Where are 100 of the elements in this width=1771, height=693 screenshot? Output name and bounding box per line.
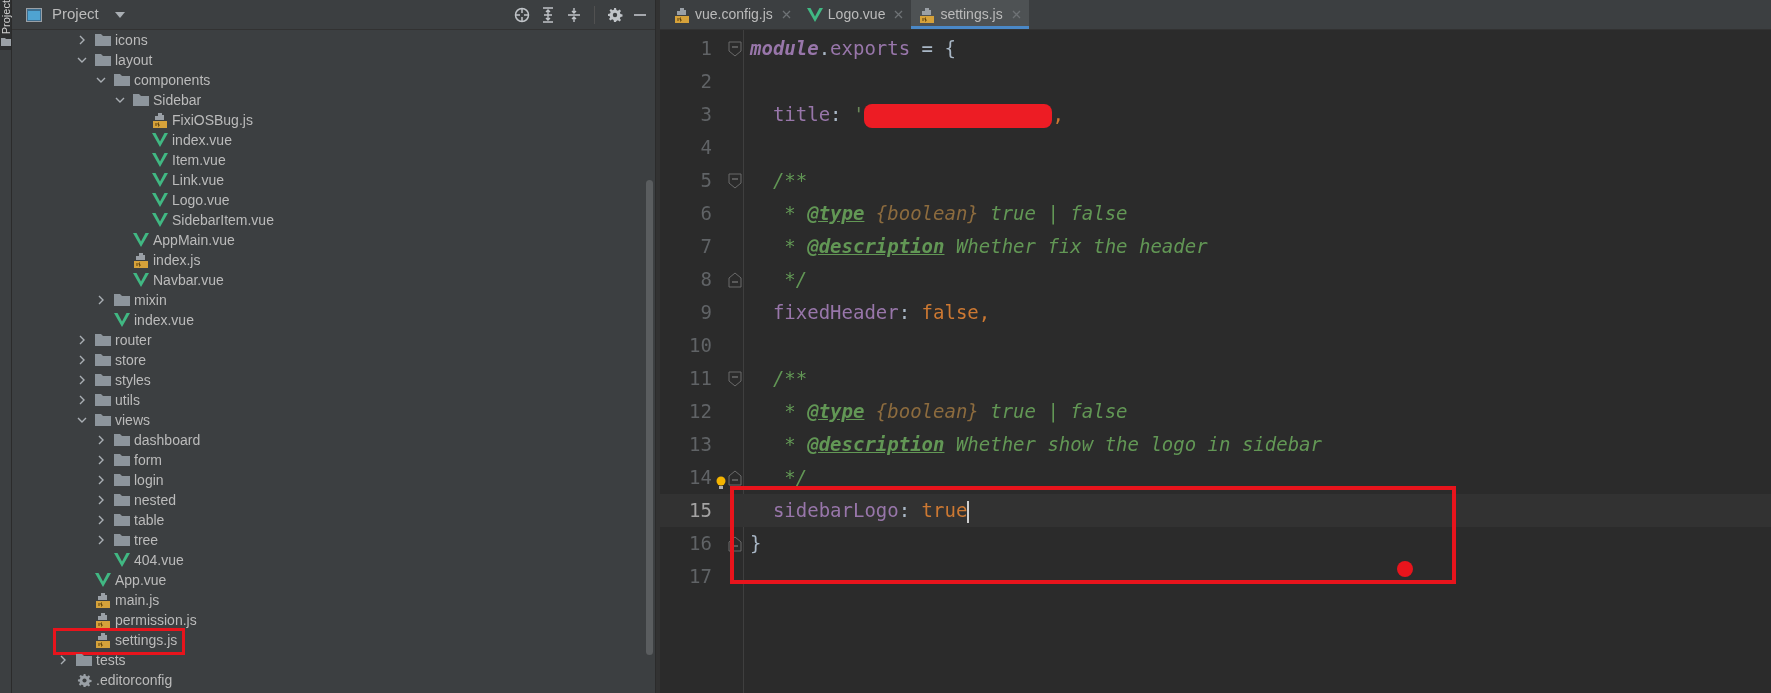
vue-file-icon — [152, 213, 168, 227]
tree-item[interactable]: App.vue — [115, 569, 167, 591]
panel-title[interactable]: Project — [52, 3, 99, 26]
line-number: 14 — [688, 465, 712, 491]
tree-item[interactable]: layout — [115, 49, 153, 71]
folder-icon — [94, 333, 112, 347]
tree-item[interactable]: Link.vue — [172, 169, 225, 191]
lightbulb-icon[interactable] — [716, 475, 726, 490]
code-line: /** — [771, 366, 808, 392]
line-number: 16 — [688, 531, 712, 557]
folder-icon — [94, 413, 112, 427]
folder-icon — [113, 473, 131, 487]
tree-item[interactable]: nested — [134, 489, 177, 511]
tree-item[interactable]: utils — [115, 389, 140, 411]
tree-item[interactable]: mixin — [134, 289, 167, 311]
line-number: 1 — [699, 36, 712, 62]
line-number: 11 — [688, 366, 712, 392]
line-number: 4 — [699, 135, 712, 161]
code-line: sidebarLogo: true — [771, 498, 970, 525]
folder-icon — [113, 513, 131, 527]
vue-file-icon — [806, 7, 823, 22]
line-number: 7 — [699, 234, 712, 260]
tree-item[interactable]: main.js — [115, 589, 160, 611]
expand-all-icon[interactable] — [540, 6, 556, 23]
tree-item[interactable]: store — [115, 349, 147, 371]
tree-item[interactable]: login — [134, 469, 164, 491]
tree-item[interactable]: Item.vue — [172, 149, 226, 171]
tree-item[interactable]: 404.vue — [134, 549, 184, 571]
folder-icon — [113, 453, 131, 467]
tree-item[interactable]: components — [134, 69, 211, 91]
tree-item[interactable]: permission.js — [115, 609, 197, 631]
tree-item[interactable]: form — [134, 449, 162, 471]
tree-item[interactable]: icons — [115, 30, 148, 51]
project-tool-tab[interactable]: Project — [0, 0, 11, 51]
tree-item[interactable]: styles — [115, 369, 151, 391]
tree-item[interactable]: index.js — [153, 249, 201, 271]
collapse-all-icon[interactable] — [566, 6, 582, 23]
folder-icon — [113, 533, 131, 547]
line-number: 9 — [699, 300, 712, 326]
tree-item[interactable]: Logo.vue — [172, 189, 230, 211]
js-file-icon — [919, 6, 936, 23]
editor-tab[interactable]: settings.js — [911, 0, 1029, 29]
tree-item[interactable]: dashboard — [134, 429, 201, 451]
vue-file-icon — [114, 313, 130, 327]
line-number: 5 — [699, 168, 712, 194]
tree-item[interactable]: Sidebar — [153, 89, 202, 111]
vue-file-icon — [152, 193, 168, 207]
tree-item[interactable]: settings.js — [115, 629, 178, 651]
window-icon — [26, 7, 42, 22]
dropdown-caret-icon[interactable] — [114, 11, 125, 18]
line-number: 10 — [688, 333, 712, 359]
tree-item[interactable]: tree — [134, 529, 159, 551]
tree-item[interactable]: SidebarItem.vue — [172, 209, 274, 231]
tree-item[interactable]: FixiOSBug.js — [172, 109, 253, 131]
vue-file-icon — [152, 133, 168, 147]
folder-icon — [113, 493, 131, 507]
code-line: * @description Whether show the logo in sidebar — [783, 432, 1322, 458]
js-file-icon — [152, 112, 168, 128]
line-number: 13 — [688, 432, 712, 458]
folder-icon — [113, 293, 131, 307]
code-line: * @type {boolean} true | false — [783, 201, 1128, 227]
tree-item[interactable]: index.vue — [134, 309, 194, 331]
code-line: module.exports = { — [750, 36, 956, 62]
js-file-icon — [133, 252, 149, 268]
line-number: 6 — [699, 201, 712, 227]
code-line: title: ' , — [771, 102, 1064, 129]
locate-icon[interactable] — [514, 6, 530, 23]
line-number: 2 — [699, 69, 712, 95]
gear-icon — [76, 672, 92, 688]
folder-icon — [113, 433, 131, 447]
vue-file-icon — [152, 173, 168, 187]
line-number: 17 — [688, 564, 712, 590]
tree-item[interactable]: tests — [96, 649, 126, 671]
code-line: * @description Whether fix the header — [783, 234, 1208, 260]
folder-icon — [94, 393, 112, 407]
folder-icon — [0, 38, 11, 47]
tree-item[interactable]: table — [134, 509, 165, 531]
tree-item[interactable]: Navbar.vue — [153, 269, 224, 291]
code-line: fixedHeader: false, — [771, 300, 991, 326]
line-number: 12 — [688, 399, 712, 425]
tree-item[interactable]: router — [115, 329, 152, 351]
tree-item[interactable]: views — [115, 409, 150, 431]
folder-icon — [113, 73, 131, 87]
text-cursor — [967, 500, 970, 523]
tree-item[interactable]: .editorconfig — [96, 669, 173, 691]
js-file-icon — [95, 632, 111, 648]
tree-item[interactable]: index.vue — [172, 129, 232, 151]
code-line: /** — [771, 168, 808, 194]
folder-icon — [94, 53, 112, 67]
folder-icon — [132, 93, 150, 107]
vue-file-icon — [152, 153, 168, 167]
folder-icon — [94, 373, 112, 387]
tree-item[interactable]: AppMain.vue — [153, 229, 235, 251]
scrollbar[interactable] — [646, 180, 653, 655]
editor-tab[interactable]: vue.config.js — [666, 0, 799, 29]
js-file-icon — [95, 592, 111, 608]
line-number: 8 — [699, 267, 712, 293]
editor-tab[interactable]: Logo.vue — [798, 0, 912, 29]
code-line: */ — [783, 267, 808, 293]
code-line: } — [750, 531, 762, 557]
